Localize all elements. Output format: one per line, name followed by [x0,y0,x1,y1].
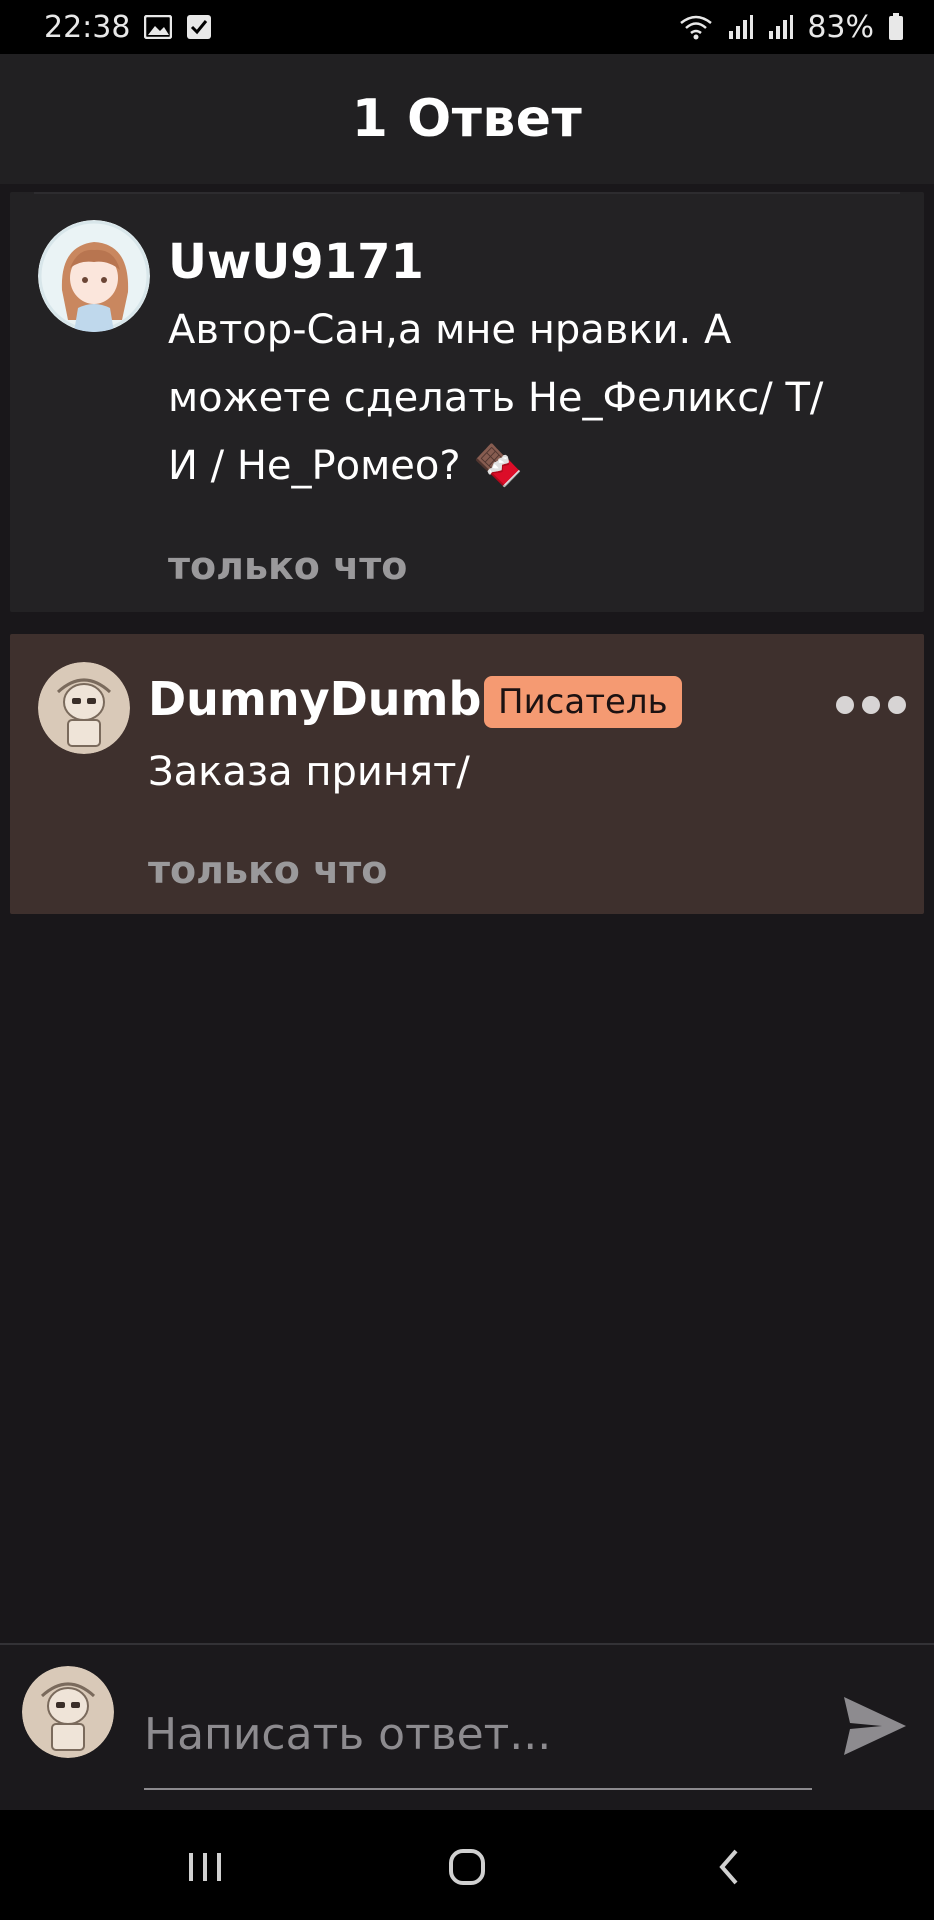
avatar[interactable] [38,662,130,754]
header: 1 Ответ [0,54,934,184]
signal-icon-2 [769,15,794,39]
home-icon [449,1849,485,1885]
battery-icon [889,13,903,40]
comment-username[interactable]: DumnyDumb [148,672,481,726]
comment-text: Заказа принят/ [148,738,470,806]
home-button[interactable] [432,1832,502,1902]
comment-card[interactable]: UwU9171 Автор-Сан,а мне нравки. А можете… [10,192,924,612]
user-avatar [22,1666,114,1758]
check-icon [187,15,212,39]
avatar[interactable] [38,220,150,332]
comment-username[interactable]: UwU9171 [168,234,424,290]
author-badge: Писатель [484,676,682,728]
more-options-icon[interactable] [836,696,906,714]
avatar-image [22,1666,114,1758]
comment-text-line: И / Не_Ромео? 🍫 [168,443,524,489]
system-nav-bar [0,1810,934,1920]
recent-apps-button[interactable] [170,1832,240,1902]
send-icon [844,1697,906,1755]
back-icon [719,1849,738,1885]
send-button[interactable] [842,1695,908,1761]
comment-text: Автор-Сан,а мне нравки. А можете сделать… [168,296,823,500]
comment-text-line: Автор-Сан,а мне нравки. А [168,307,732,353]
comment-card[interactable]: DumnyDumb Писатель Заказа принят/ только… [10,634,924,914]
status-time: 22:38 [44,9,131,45]
battery-percent: 83% [807,9,874,45]
comment-time: только что [148,848,388,892]
reply-input[interactable] [144,1680,812,1790]
recent-apps-icon [189,1853,221,1881]
avatar-image [38,662,130,754]
comment-text-line: можете сделать Не_Феликс/ Т/ [168,375,824,421]
page-title: 1 Ответ [351,89,583,149]
status-bar: 22:38 83% [0,0,934,54]
image-icon [144,15,173,39]
wifi-icon [680,15,713,40]
comment-text-line: Заказа принят/ [148,749,470,795]
divider [34,192,900,194]
signal-icon [729,15,754,39]
comment-time: только что [168,544,408,588]
back-button[interactable] [694,1832,764,1902]
avatar-image [38,220,150,332]
